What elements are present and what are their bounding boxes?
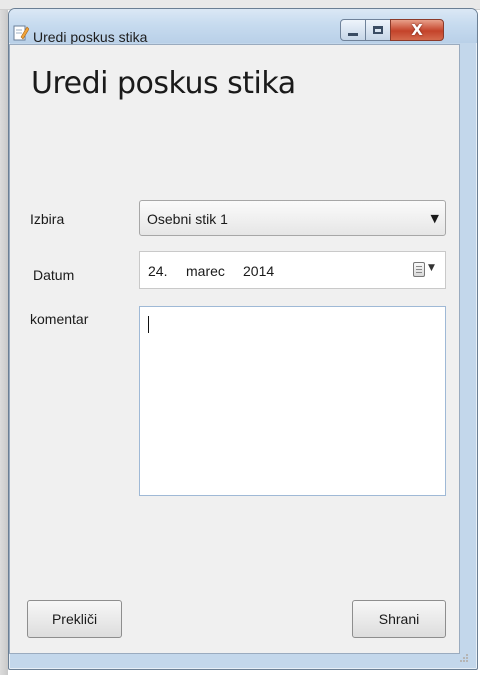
date-day[interactable]: 24.	[148, 263, 167, 279]
date-year[interactable]: 2014	[243, 263, 274, 279]
window-title: Uredi poskus stika	[33, 29, 148, 45]
maximize-icon	[373, 26, 383, 34]
selection-label: Izbira	[30, 211, 65, 227]
resize-grip-icon[interactable]	[458, 652, 468, 662]
calendar-button[interactable]: ▼	[413, 261, 439, 279]
date-picker[interactable]: 24. marec 2014 ▼	[139, 251, 446, 289]
close-button[interactable]: X	[390, 19, 444, 41]
chevron-down-icon: ▼	[430, 212, 439, 225]
selection-dropdown[interactable]: Osebni stik 1 ▼	[139, 200, 446, 236]
maximize-button[interactable]	[365, 19, 391, 41]
text-caret	[148, 316, 149, 333]
comment-label: komentar	[30, 311, 89, 327]
minimize-button[interactable]	[340, 19, 366, 41]
calendar-icon	[413, 262, 425, 277]
selection-value: Osebni stik 1	[147, 211, 228, 227]
minimize-icon	[348, 32, 358, 36]
save-button[interactable]: Shrani	[352, 600, 446, 638]
close-icon: X	[411, 21, 423, 39]
comment-textarea[interactable]	[139, 306, 446, 496]
cancel-button[interactable]: Prekliči	[27, 600, 122, 638]
edit-document-icon	[13, 25, 29, 41]
background-window-edge	[0, 10, 8, 675]
dropdown-arrow-icon: ▼	[428, 263, 435, 273]
date-month[interactable]: marec	[186, 263, 225, 279]
date-label: Datum	[33, 267, 75, 283]
page-title: Uredi poskus stika	[31, 66, 296, 101]
